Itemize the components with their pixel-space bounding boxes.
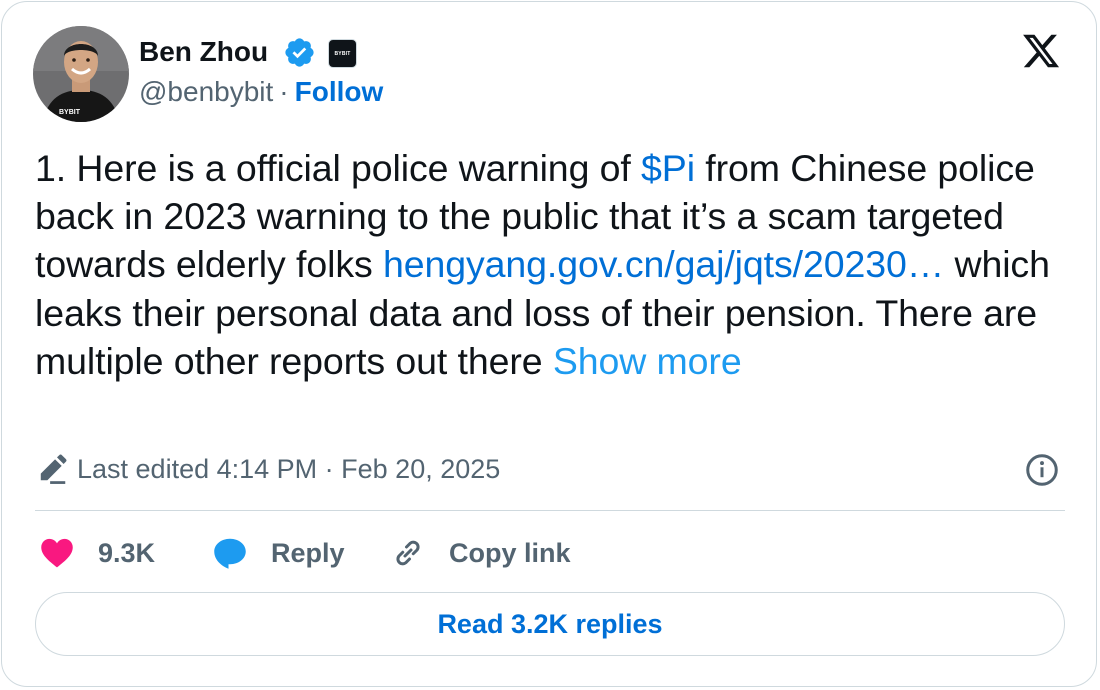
copy-link-label: Copy link: [449, 537, 571, 568]
x-logo-icon[interactable]: [1019, 31, 1063, 71]
url-link[interactable]: hengyang.gov.cn/gaj/jqts/20230…: [383, 243, 944, 285]
pencil-icon: [40, 454, 67, 484]
cashtag-link[interactable]: $Pi: [641, 147, 695, 189]
like-button[interactable]: 9.3K: [38, 532, 155, 574]
author-name[interactable]: Ben Zhou: [139, 34, 268, 70]
avatar[interactable]: BYBIT: [33, 26, 129, 122]
reply-bubble-icon: [214, 538, 246, 569]
copy-link-button[interactable]: Copy link: [389, 532, 571, 574]
heart-icon: [41, 538, 73, 568]
like-count: 9.3K: [98, 537, 156, 568]
verified-badge-icon: [285, 38, 314, 67]
edited-text: Last edited 4:14 PM · Feb 20, 2025: [77, 453, 501, 484]
affiliate-badge-text: BYBIT: [334, 50, 351, 57]
link-icon: [396, 540, 420, 566]
edited-timestamp[interactable]: Last edited 4:14 PM · Feb 20, 2025: [35, 452, 500, 486]
handle-row: @benbybit · Follow: [139, 74, 383, 110]
author-handle[interactable]: @benbybit: [139, 76, 273, 107]
read-replies-button[interactable]: Read 3.2K replies: [35, 592, 1065, 656]
tweet-text-part1: 1. Here is a official police warning of: [35, 147, 642, 189]
avatar-shirt-text: BYBIT: [59, 109, 81, 116]
reply-button[interactable]: Reply: [211, 532, 345, 574]
read-replies-label: Read 3.2K replies: [437, 608, 663, 639]
divider: [35, 510, 1065, 511]
tweet-text: 1. Here is a official police warning of …: [35, 144, 1080, 385]
affiliate-badge[interactable]: BYBIT: [328, 39, 357, 68]
follow-button[interactable]: Follow: [295, 76, 384, 107]
avatar-photo: BYBIT: [33, 26, 129, 122]
reply-label: Reply: [271, 537, 345, 568]
info-icon[interactable]: [1024, 452, 1060, 488]
show-more-link[interactable]: Show more: [553, 340, 742, 382]
separator-dot: ·: [279, 76, 289, 107]
